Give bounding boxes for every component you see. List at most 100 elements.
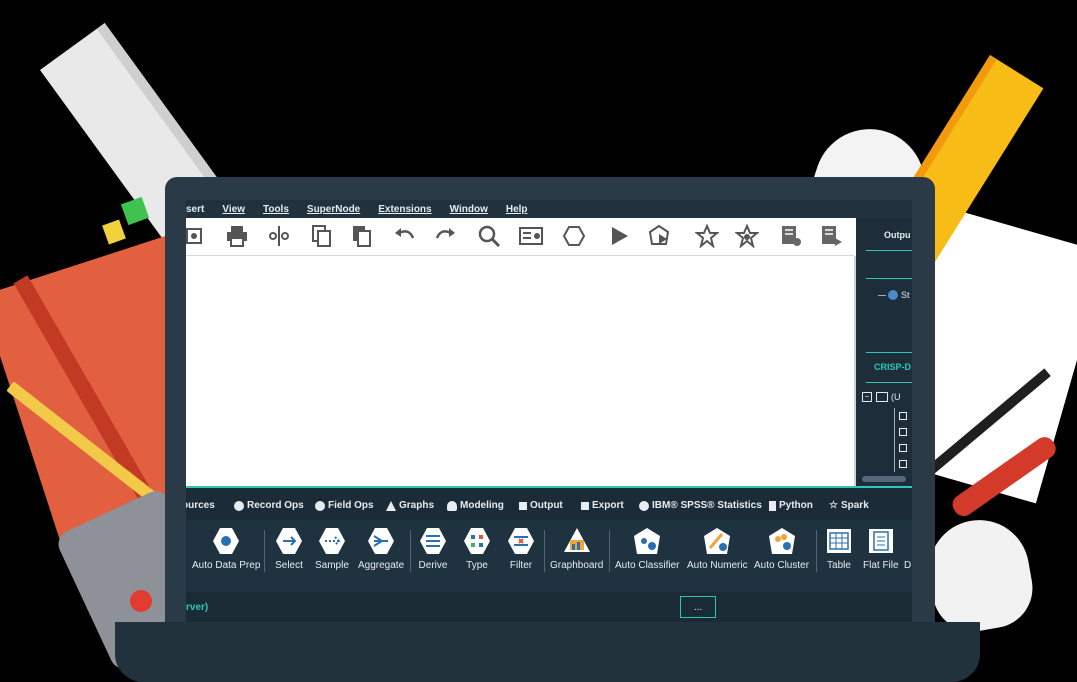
pentagon-icon (447, 500, 457, 511)
copy-icon[interactable] (308, 223, 334, 249)
calculator-button-decoration (130, 590, 152, 612)
stream-icon (888, 290, 898, 300)
node-label: Flat File (863, 560, 899, 571)
palette-divider (264, 530, 265, 572)
filter-icon (506, 526, 536, 556)
node-sample[interactable]: Sample (315, 526, 349, 571)
select-icon (274, 526, 304, 556)
tab-field-ops[interactable]: Field Ops (315, 500, 374, 511)
tree-child-icon[interactable] (899, 412, 907, 420)
tab-sources[interactable]: ources (186, 500, 215, 511)
node-label: Sample (315, 560, 349, 571)
mouse-decoration (921, 512, 1039, 638)
tab-output[interactable]: Output (519, 500, 563, 511)
menu-view[interactable]: View (222, 204, 245, 215)
tab-label: IBM® SPSS® Statistics (652, 500, 762, 511)
supernode-icon[interactable] (561, 223, 587, 249)
tree-child-icon[interactable] (899, 428, 907, 436)
node-auto-classifier[interactable]: Auto Classifier (615, 526, 679, 571)
folder-icon (876, 392, 888, 402)
menu-insert[interactable]: sert (186, 204, 204, 215)
divider (866, 382, 912, 383)
node-auto-data-prep[interactable]: Auto Data Prep (192, 526, 260, 571)
redo-icon[interactable] (432, 223, 458, 249)
hexagon-icon (315, 500, 325, 511)
run-icon[interactable] (606, 223, 632, 249)
print-icon[interactable] (224, 223, 250, 249)
node-label: Auto Numeric (687, 560, 748, 571)
undo-icon[interactable] (392, 223, 418, 249)
node-auto-numeric[interactable]: Auto Numeric (687, 526, 748, 571)
node-table[interactable]: Table (824, 526, 854, 571)
paste-icon[interactable] (348, 223, 374, 249)
toolbar (186, 218, 854, 256)
truncated-node-icon (904, 526, 912, 556)
stream-canvas[interactable] (186, 256, 856, 486)
crisp-dm-tab[interactable]: CRISP-D (874, 362, 911, 372)
node-derive[interactable]: Derive (418, 526, 448, 571)
node-flat-file[interactable]: Flat File (863, 526, 899, 571)
open-icon[interactable] (186, 223, 208, 249)
star-node-icon[interactable] (734, 223, 760, 249)
hexagon-icon (234, 500, 244, 511)
run-selection-icon[interactable] (646, 223, 672, 249)
square-icon (581, 501, 589, 510)
collapse-icon[interactable]: − (862, 392, 872, 402)
statistics-icon (639, 500, 649, 511)
node-aggregate[interactable]: Aggregate (358, 526, 404, 571)
node-filter[interactable]: Filter (506, 526, 536, 571)
node-truncated[interactable]: D (904, 526, 912, 571)
palette-divider (544, 530, 545, 572)
managers-panel: Outpu St CRISP-D − (U (856, 218, 912, 486)
node-label: Aggregate (358, 560, 405, 571)
menu-tools[interactable]: Tools (263, 204, 289, 215)
node-label: Table (827, 560, 851, 571)
node-graphboard[interactable]: Graphboard (550, 526, 603, 571)
tab-spark[interactable]: ☆ Spark (829, 500, 869, 511)
tab-record-ops[interactable]: Record Ops (234, 500, 304, 511)
palette-divider (410, 530, 411, 572)
tree-child-icon[interactable] (899, 444, 907, 452)
node-label: Type (466, 560, 488, 571)
tab-ibm-spss-statistics[interactable]: IBM® SPSS® Statistics (639, 500, 762, 511)
divider (866, 250, 912, 251)
tab-label: Spark (840, 500, 869, 511)
menu-extensions[interactable]: Extensions (378, 204, 431, 215)
report-icon[interactable] (778, 223, 804, 249)
cut-icon[interactable] (266, 223, 292, 249)
tree-children (894, 408, 912, 472)
status-bar: rver) ... (186, 592, 912, 622)
node-select[interactable]: Select (274, 526, 304, 571)
node-label: Filter (509, 560, 533, 571)
tree-child-icon[interactable] (899, 460, 907, 468)
properties-icon[interactable] (518, 223, 544, 249)
tab-modeling[interactable]: Modeling (447, 500, 504, 511)
menu-window[interactable]: Window (450, 204, 488, 215)
server-status: rver) (186, 602, 209, 613)
graphboard-icon (562, 526, 592, 556)
menu-supernode[interactable]: SuperNode (307, 204, 360, 215)
laptop-base (115, 622, 980, 682)
palette-tabs: ources Record Ops Field Ops Graphs Model… (186, 486, 912, 522)
status-more-button[interactable]: ... (680, 596, 716, 618)
node-label: D (904, 560, 912, 571)
auto-numeric-icon (702, 526, 732, 556)
tab-export[interactable]: Export (581, 500, 624, 511)
tab-label: Record Ops (247, 500, 304, 511)
menu-help[interactable]: Help (506, 204, 528, 215)
export-report-icon[interactable] (818, 223, 844, 249)
tree-root[interactable]: − (U (862, 392, 901, 402)
node-type[interactable]: Type (462, 526, 492, 571)
divider (866, 352, 912, 353)
tab-label: Field Ops (328, 500, 374, 511)
tab-label: ources (186, 500, 215, 511)
output-tab[interactable]: Outpu (884, 230, 911, 240)
search-icon[interactable] (476, 223, 502, 249)
tab-python[interactable]: Python (769, 500, 813, 511)
tab-label: Modeling (460, 500, 504, 511)
node-auto-cluster[interactable]: Auto Cluster (754, 526, 809, 571)
favorite-icon[interactable] (694, 223, 720, 249)
tab-graphs[interactable]: Graphs (386, 500, 434, 511)
stream-item[interactable]: St (878, 290, 910, 300)
panel-scrollbar[interactable] (862, 476, 906, 482)
